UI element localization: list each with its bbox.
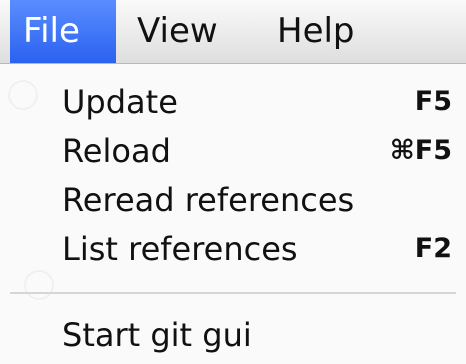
menu-item-label: Update bbox=[62, 83, 178, 121]
menu-item-update[interactable]: Update F5 bbox=[0, 75, 466, 129]
menu-item-shortcut: ⌘F5 bbox=[389, 135, 452, 166]
file-dropdown-menu: Update F5 Reload ⌘F5 Reread references L… bbox=[0, 64, 466, 364]
application-window: File View Help Update F5 Reload ⌘F5 Rere… bbox=[0, 0, 466, 364]
menu-item-label: Start git gui bbox=[62, 316, 252, 354]
menu-item-shortcut: F2 bbox=[414, 233, 452, 264]
menu-separator bbox=[10, 292, 456, 294]
menu-item-shortcut: F5 bbox=[414, 86, 452, 117]
menu-item-label: List references bbox=[62, 230, 298, 268]
menu-item-reread-references[interactable]: Reread references bbox=[0, 173, 466, 227]
menu-item-reload[interactable]: Reload ⌘F5 bbox=[0, 124, 466, 178]
menu-item-label: Reread references bbox=[62, 181, 355, 219]
menu-view[interactable]: View bbox=[124, 0, 231, 63]
menu-item-start-git-gui[interactable]: Start git gui bbox=[0, 308, 466, 362]
menu-help[interactable]: Help bbox=[264, 0, 368, 63]
menu-item-list-references[interactable]: List references F2 bbox=[0, 222, 466, 276]
menu-bar: File View Help bbox=[0, 0, 466, 64]
menu-file[interactable]: File bbox=[10, 0, 116, 63]
menu-item-label: Reload bbox=[62, 132, 171, 170]
